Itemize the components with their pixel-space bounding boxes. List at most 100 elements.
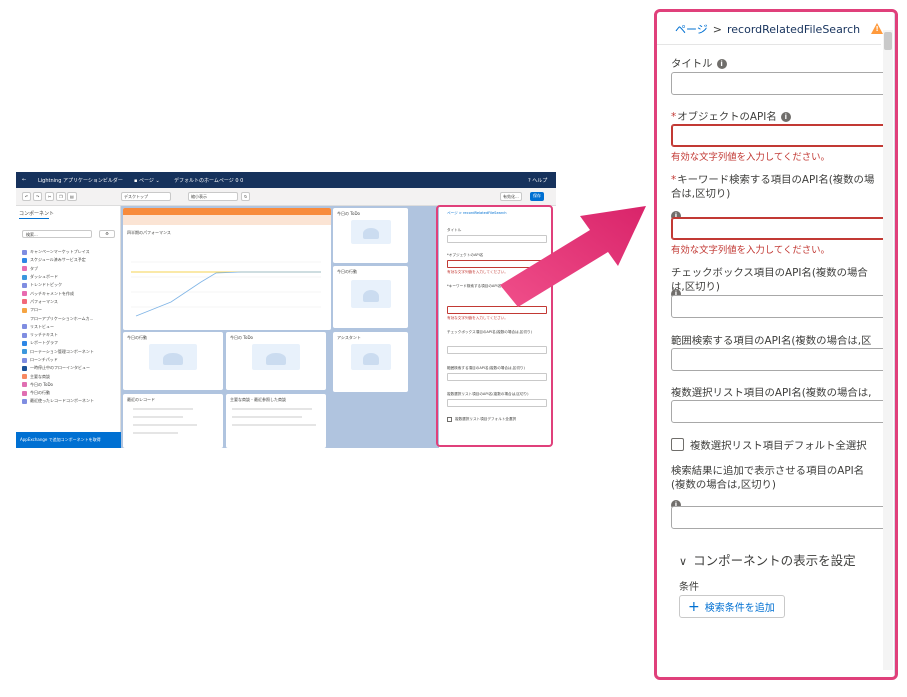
component-label: ダッシュボード: [30, 274, 58, 280]
component-list-item[interactable]: フローアプリケーションホームカ...: [22, 314, 94, 322]
component-icon: [22, 357, 27, 363]
info-icon[interactable]: i: [780, 112, 791, 122]
breadcrumb-separator: >: [712, 23, 722, 36]
app-title: Lightning アプリケーションビルダー: [38, 178, 123, 184]
component-icon: [22, 274, 27, 280]
object-api-input[interactable]: [671, 124, 886, 147]
component-list-item[interactable]: 主要な商談: [22, 372, 94, 380]
object-api-label: *オブジェクトのAPI名 i: [671, 110, 876, 124]
keyword-api-error: 有効な文字列値を入力してください。: [671, 245, 830, 256]
component-label: レポートグラフ: [30, 340, 58, 346]
plus-icon: +: [688, 598, 700, 615]
refresh-icon[interactable]: ↻: [241, 192, 251, 201]
component-icon: [22, 316, 27, 322]
component-list-item[interactable]: 今日の行動: [22, 389, 94, 397]
chevron-down-icon: ∨: [679, 555, 688, 568]
component-list-item[interactable]: タブ: [22, 265, 94, 273]
component-label: フロー: [30, 307, 42, 313]
component-icon: [22, 340, 27, 346]
components-panel: コンポーネント 検索... ⚙ キャンペーンマーケットプレイス スケジュール済みサ…: [16, 206, 121, 448]
properties-panel-zoomed: ページ > recordRelatedFileSearch ! タイトル i *オブジ…: [654, 9, 898, 680]
component-label: パフォーマンス: [30, 298, 58, 304]
title-input[interactable]: [671, 72, 886, 95]
performance-title: 四半期のパフォーマンス: [127, 230, 171, 235]
zoom-select[interactable]: 縮小表示: [188, 192, 238, 201]
multiselect-default-label: 複数選択リスト項目デフォルト全選択: [690, 440, 867, 452]
component-list-item[interactable]: 最近使ったレコードコンポーネント: [22, 397, 94, 405]
component-icon: [22, 282, 27, 288]
component-list-item[interactable]: スケジュール済みサービス予定: [22, 256, 94, 264]
component-list-item[interactable]: キャンペーンマーケットプレイス: [22, 248, 94, 256]
component-list-item[interactable]: ローンチパッド: [22, 356, 94, 364]
component-title: recordRelatedFileSearch: [727, 23, 861, 36]
assistant-card[interactable]: アシスタント: [333, 332, 408, 392]
keyword-api-input[interactable]: [671, 217, 886, 240]
object-api-error: 有効な文字列値を入力してください。: [671, 152, 830, 163]
undo-icon[interactable]: ↶: [22, 192, 32, 201]
component-icon: [22, 332, 27, 338]
component-list-item[interactable]: 一時停止中のフローインタビュー: [22, 364, 94, 372]
component-list-item[interactable]: リストビュー: [22, 323, 94, 331]
info-icon[interactable]: i: [716, 59, 727, 69]
todo-card-3[interactable]: 今日の ToDo: [226, 332, 326, 390]
component-label: リッチテキスト: [30, 332, 58, 338]
events-card[interactable]: 今日の行動: [333, 266, 408, 328]
gear-icon[interactable]: ⚙: [99, 230, 115, 238]
component-label: トレンドトピック: [30, 282, 62, 288]
checkbox-api-label: チェックボックス項目のAPI名(複数の場合は,区切り): [671, 267, 868, 293]
checkbox-api-input[interactable]: [671, 295, 886, 318]
todo-card[interactable]: 今日の ToDo: [333, 208, 408, 263]
range-api-input[interactable]: [671, 348, 886, 371]
component-search-input[interactable]: 検索...: [22, 230, 92, 238]
keyword-api-label: *キーワード検索する項目のAPI名(複数の場合は,区切り): [671, 174, 875, 200]
todo-card-2[interactable]: 今日の行動: [123, 332, 223, 390]
component-label: リストビュー: [30, 323, 54, 329]
component-list-item[interactable]: トレンドトピック: [22, 281, 94, 289]
paste-icon[interactable]: ▤: [67, 192, 77, 201]
component-label: キャンペーンマーケットプレイス: [30, 249, 90, 255]
page-canvas: 四半期のパフォーマンス 今日の ToDo 今日の行動 アシスタント 今日の行動: [121, 206, 439, 448]
component-list-item[interactable]: レポートグラフ: [22, 339, 94, 347]
extra-api-input[interactable]: [671, 506, 886, 529]
component-list-item[interactable]: バッチキャメントを作成: [22, 289, 94, 297]
device-select[interactable]: デスクトップ: [121, 192, 171, 201]
component-label: 今日の行動: [30, 390, 50, 396]
component-icon: [22, 382, 27, 388]
component-icon: [22, 299, 27, 305]
extra-api-label: 検索結果に追加で表示させる項目のAPI名(複数の場合は,区切り): [671, 465, 865, 491]
component-list-item[interactable]: ローテーション管理コンポーネント: [22, 348, 94, 356]
appexchange-link[interactable]: AppExchange で追加コンポーネントを取得: [16, 432, 121, 448]
key-deals-card[interactable]: 主要な商談 - 最近参照した商談: [226, 394, 326, 448]
component-icon: [22, 291, 27, 297]
redo-icon[interactable]: ↷: [33, 192, 43, 201]
component-icon: [22, 324, 27, 330]
component-icon: [22, 398, 27, 404]
component-label: 一時停止中のフローインタビュー: [30, 365, 90, 371]
component-icon: [22, 266, 27, 272]
back-arrow-icon[interactable]: ←: [22, 177, 26, 183]
component-label: スケジュール済みサービス予定: [30, 257, 86, 263]
scrollbar[interactable]: [883, 30, 893, 670]
component-list-item[interactable]: パフォーマンス: [22, 298, 94, 306]
breadcrumb: ページ > recordRelatedFileSearch: [675, 21, 860, 37]
page-menu[interactable]: ▪ ページ ⌄: [134, 177, 160, 184]
warning-icon[interactable]: !: [871, 23, 883, 34]
component-label: 最近使ったレコードコンポーネント: [30, 398, 94, 404]
component-list-item[interactable]: ダッシュボード: [22, 273, 94, 281]
component-list-item[interactable]: リッチテキスト: [22, 331, 94, 339]
breadcrumb-page-link[interactable]: ページ: [675, 23, 708, 36]
recent-records-card[interactable]: 最近のレコード: [123, 394, 223, 448]
component-icon: [22, 249, 27, 255]
performance-card[interactable]: 四半期のパフォーマンス: [123, 208, 331, 330]
copy-icon[interactable]: ❐: [56, 192, 66, 201]
component-list: キャンペーンマーケットプレイス スケジュール済みサービス予定 タブダッシュボード トレ…: [22, 248, 94, 406]
add-condition-button[interactable]: + 検索条件を追加: [679, 595, 785, 618]
component-label: タブ: [30, 265, 38, 271]
cut-icon[interactable]: ✂: [45, 192, 55, 201]
component-icon: [22, 349, 27, 355]
visibility-section-toggle[interactable]: ∨ コンポーネントの表示を設定: [679, 550, 856, 569]
multiselect-default-checkbox[interactable]: [671, 438, 684, 451]
multiselect-api-input[interactable]: [671, 400, 886, 423]
component-list-item[interactable]: フロー: [22, 306, 94, 314]
component-list-item[interactable]: 今日の ToDo: [22, 381, 94, 389]
